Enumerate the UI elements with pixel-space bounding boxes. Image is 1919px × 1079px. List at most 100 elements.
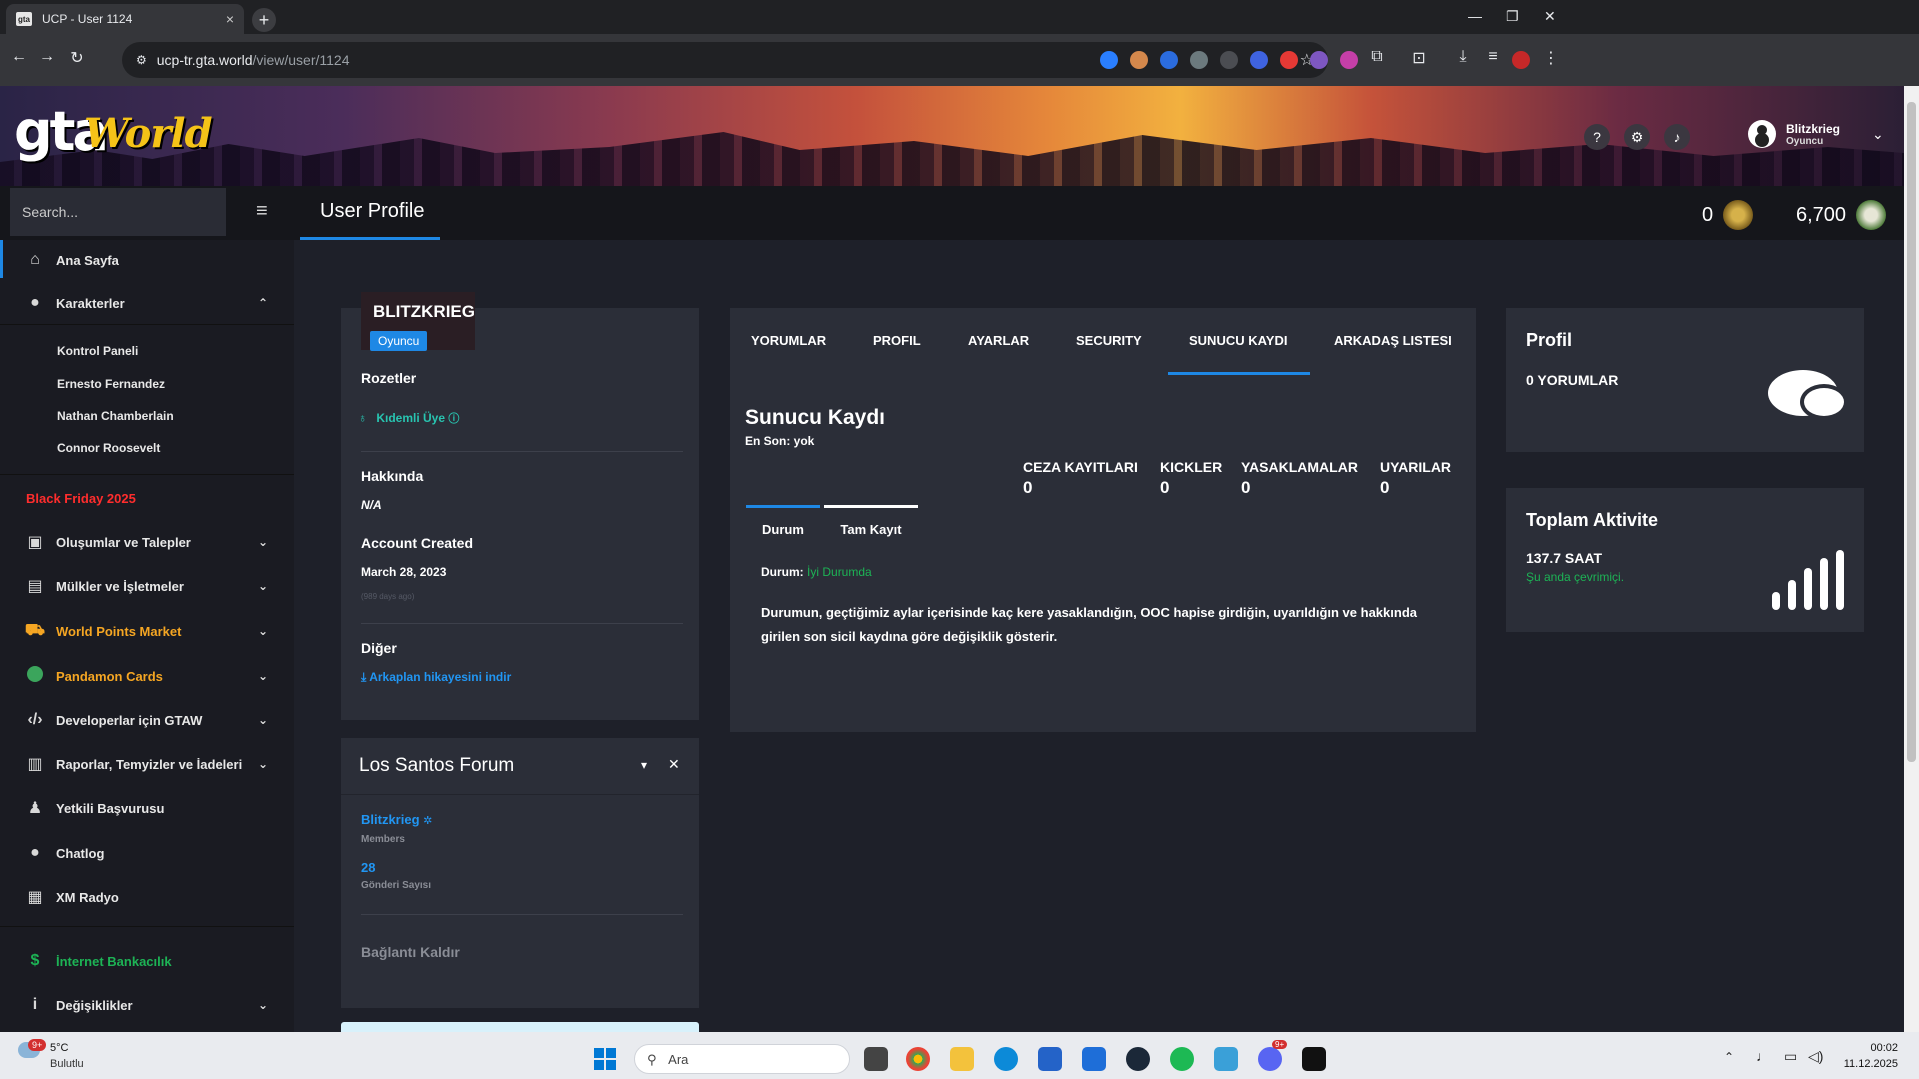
coin-balance: 0 [1702, 200, 1754, 230]
volume-icon[interactable]: ◁) [1808, 1048, 1823, 1065]
sidebar-item-black-friday[interactable]: Black Friday 2025 [0, 478, 294, 518]
download-backstory-link[interactable]: ⤓ Arkaplan hikayesini indir [361, 670, 511, 685]
tray-chevron-icon[interactable]: ⌃ [1724, 1050, 1734, 1064]
chevron-down-icon: ⌄ [257, 535, 268, 549]
tab-close-button[interactable]: × [226, 11, 234, 27]
help-circle-icon: ⓘ [448, 413, 460, 425]
gta-world-logo[interactable]: gta World [14, 100, 213, 163]
close-window-icon[interactable]: ✕ [1544, 8, 1556, 25]
extension-3-icon[interactable] [1160, 51, 1178, 69]
store-icon[interactable] [1038, 1047, 1062, 1071]
search-input[interactable]: Search... [10, 188, 226, 236]
extension-2-icon[interactable] [1130, 51, 1148, 69]
browser-tab[interactable]: gta UCP - User 1124 × [6, 4, 244, 34]
microphone-icon[interactable]: ♩ [1756, 1048, 1770, 1064]
edge-icon[interactable] [994, 1047, 1018, 1071]
extension-4-icon[interactable] [1190, 51, 1208, 69]
discord-icon[interactable] [1258, 1047, 1282, 1071]
tab-security[interactable]: SECURITY [1076, 333, 1142, 348]
sidebar-item-organizations[interactable]: ▣ Oluşumlar ve Talepler ⌄ [0, 522, 294, 562]
extension-6-icon[interactable] [1250, 51, 1268, 69]
spotify-icon[interactable] [1170, 1047, 1194, 1071]
page-scrollbar[interactable] [1904, 86, 1919, 1032]
restore-icon[interactable]: ❐ [1506, 8, 1519, 25]
forum-card [341, 738, 699, 1008]
extension-7-icon[interactable] [1280, 51, 1298, 69]
windows-start-icon[interactable] [594, 1048, 616, 1070]
hamburger-menu-icon[interactable]: ≡ [256, 200, 268, 223]
tab-friend-list[interactable]: ARKADAŞ LISTESI [1334, 333, 1452, 348]
tab-search-icon[interactable]: ⊡ [1408, 48, 1430, 68]
sidebar-item-reports[interactable]: ▥ Raporlar, Temyizler ve İadeleri ⌄ [0, 744, 294, 784]
download-icon[interactable]: ⤓ [1452, 48, 1474, 66]
back-icon[interactable]: ← [8, 48, 30, 66]
tab-settings[interactable]: AYARLAR [968, 333, 1029, 348]
profile-avatar-icon[interactable] [1512, 51, 1530, 69]
clock-time[interactable]: 00:02 [1848, 1042, 1898, 1054]
extension-5-icon[interactable] [1220, 51, 1238, 69]
user-menu[interactable]: Blitzkrieg Oyuncu ⌄ [1748, 120, 1884, 148]
next-card-edge [341, 1022, 699, 1032]
forum-username[interactable]: Blitzkrieg ✲ [361, 812, 432, 827]
sidebar-item-pandamon-cards[interactable]: Pandamon Cards ⌄ [0, 656, 294, 696]
rage-mp-icon[interactable] [1302, 1047, 1326, 1071]
tab-comments[interactable]: YORUMLAR [751, 333, 826, 348]
close-icon[interactable]: ✕ [668, 756, 680, 773]
network-icon[interactable]: ▭ [1784, 1048, 1797, 1065]
forward-icon[interactable]: → [36, 48, 58, 66]
chrome-icon[interactable] [906, 1047, 930, 1071]
task-view-icon[interactable] [864, 1047, 888, 1071]
forum-title: Los Santos Forum [359, 755, 515, 776]
scrollbar-thumb[interactable] [1907, 102, 1916, 762]
sidebar-item-staff-application[interactable]: ♟ Yetkili Başvurusu [0, 788, 294, 828]
briefcase-icon: ▣ [27, 534, 43, 551]
record-title: Sunucu Kaydı [745, 406, 886, 429]
user-role: Oyuncu [1786, 135, 1824, 147]
sidebar-sub-character[interactable]: Connor Roosevelt [57, 441, 160, 455]
network-app-icon[interactable] [1214, 1047, 1238, 1071]
subtab-full-record[interactable]: Tam Kayıt [824, 505, 918, 547]
sidebar-item-xm-radio[interactable]: ▦ XM Radyo [0, 877, 294, 917]
browser-tab-strip: gta UCP - User 1124 × + — ❐ ✕ [0, 0, 1919, 34]
outlook-icon[interactable] [1082, 1047, 1106, 1071]
activity-hours: 137.7 SAAT [1526, 550, 1602, 566]
steam-icon[interactable] [1126, 1047, 1150, 1071]
tab-profile[interactable]: PROFIL [873, 333, 921, 348]
settings-gear-icon[interactable]: ⚙ [1624, 124, 1650, 150]
tab-server-record[interactable]: SUNUCU KAYDI [1189, 333, 1287, 348]
status-row: Durum: İyi Durumda [761, 565, 872, 579]
download-icon: ⤓ [361, 670, 367, 684]
help-icon[interactable]: ? [1584, 124, 1610, 150]
sidebar-sub-character[interactable]: Ernesto Fernandez [57, 377, 165, 391]
subtab-status[interactable]: Durum [746, 505, 820, 547]
extension-1-icon[interactable] [1100, 51, 1118, 69]
taskbar-search[interactable]: ⚲ Ara [634, 1044, 850, 1074]
sidebar-item-properties[interactable]: ▤ Mülkler ve İşletmeler ⌄ [0, 566, 294, 606]
veteran-badge[interactable]: ♁ Kıdemli Üye ⓘ [358, 410, 459, 426]
sidebar-item-changelog[interactable]: i Değişiklikler ⌄ [0, 985, 294, 1025]
sidebar-item-home[interactable]: ⌂ Ana Sayfa [0, 240, 294, 280]
account-created-title: Account Created [361, 535, 474, 551]
sidebar-item-characters[interactable]: ● Karakterler ⌃ [0, 283, 294, 323]
disconnect-button[interactable]: Bağlantı Kaldır [361, 944, 460, 960]
media-icon[interactable]: ≡ [1482, 48, 1504, 66]
extension-8-icon[interactable] [1310, 51, 1328, 69]
sidebar-item-internet-banking[interactable]: $ İnternet Bankacılık [0, 941, 294, 981]
sidebar-sub-character[interactable]: Nathan Chamberlain [57, 409, 174, 423]
sidebar-sub-control-panel[interactable]: Kontrol Paneli [57, 344, 138, 358]
sidebar-item-developers[interactable]: ‹/› Developerlar için GTAW ⌄ [0, 700, 294, 740]
reload-icon[interactable]: ↻ [66, 48, 88, 68]
file-explorer-icon[interactable] [950, 1047, 974, 1071]
city-skyline-image [0, 132, 1904, 186]
notification-bell-icon[interactable]: ♪ [1664, 124, 1690, 150]
extensions-puzzle-icon[interactable]: ⧉ [1366, 48, 1388, 66]
collapse-icon[interactable]: ▾ [641, 758, 647, 772]
menu-dots-icon[interactable]: ⋮ [1540, 48, 1562, 68]
clock-date[interactable]: 11.12.2025 [1842, 1058, 1898, 1070]
extension-9-icon[interactable] [1340, 51, 1358, 69]
new-tab-button[interactable]: + [252, 8, 276, 32]
sidebar-item-chatlog[interactable]: ● Chatlog [0, 833, 294, 873]
site-info-icon[interactable]: ⚙ [136, 53, 147, 67]
minimize-icon[interactable]: — [1468, 8, 1482, 24]
sidebar-item-world-points-market[interactable]: ⛟ World Points Market ⌄ [0, 611, 294, 651]
